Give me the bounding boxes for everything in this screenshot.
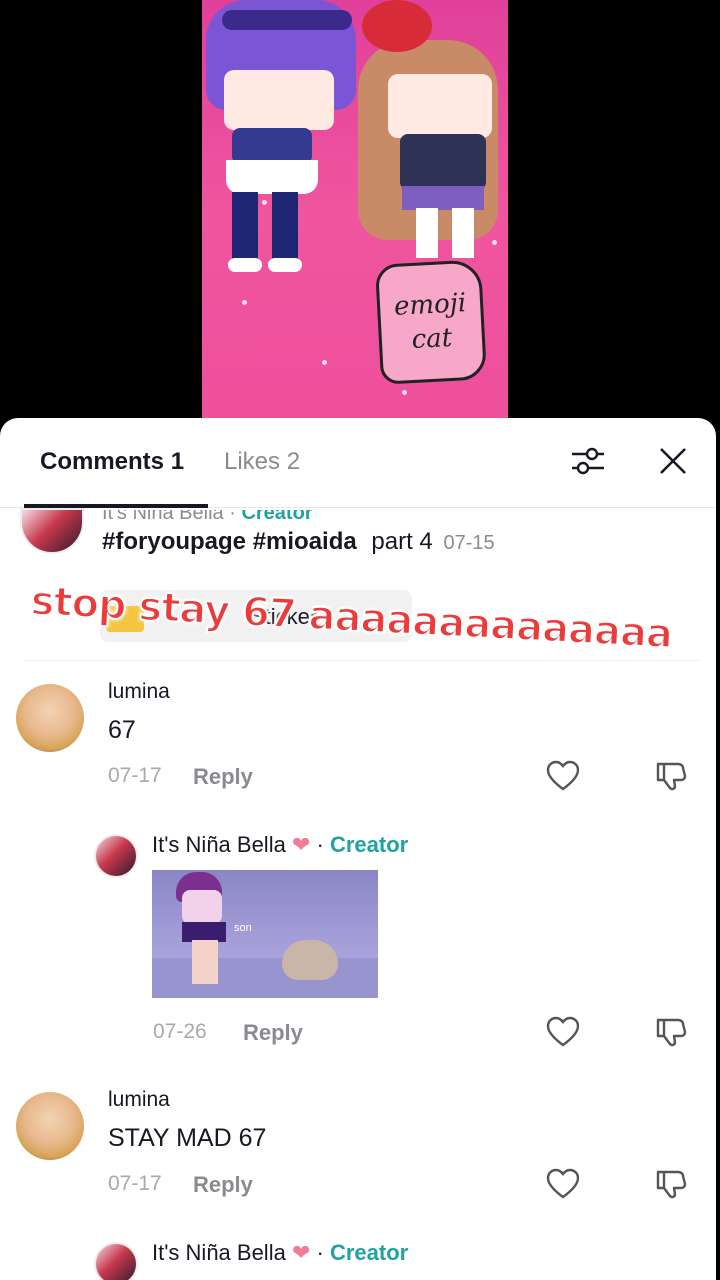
close-icon[interactable] xyxy=(656,444,690,478)
sticker-word-cat: cat xyxy=(410,322,453,356)
filter-icon[interactable] xyxy=(570,444,606,478)
avatar[interactable] xyxy=(16,684,84,752)
separator-dot: · xyxy=(316,1240,324,1265)
creator-badge: Creator xyxy=(329,832,409,857)
comment-username[interactable]: lumina xyxy=(108,1088,170,1112)
sparkle xyxy=(322,360,327,365)
comment-date: 07-26 xyxy=(153,1020,207,1043)
comment-date: 07-17 xyxy=(108,764,162,787)
heart-icon[interactable] xyxy=(546,1168,580,1200)
creator-badge: Creator xyxy=(329,1240,409,1265)
avatar[interactable] xyxy=(94,1242,138,1280)
avatar[interactable] xyxy=(94,834,138,878)
heart-icon[interactable] xyxy=(546,760,580,792)
reply-author-row: It's Niña Bella ❤ · Creator xyxy=(152,1240,408,1266)
reply-author-row: It's Niña Bella ❤ · Creator xyxy=(152,832,408,858)
dislike-icon[interactable] xyxy=(654,1168,688,1200)
comment-text: 67 xyxy=(108,716,136,744)
reply-gif[interactable]: son xyxy=(152,870,378,998)
comment-username[interactable]: lumina xyxy=(108,680,170,704)
caption-text: part 4 xyxy=(371,528,433,555)
sparkle xyxy=(242,300,247,305)
gif-caption: son xyxy=(234,922,252,934)
sheet-header: Comments 1 Likes 2 xyxy=(0,418,716,508)
reply-button[interactable]: Reply xyxy=(193,764,253,790)
reply-author[interactable]: It's Niña Bella xyxy=(152,1240,286,1265)
caption-date: 07-15 xyxy=(443,532,495,554)
divider xyxy=(24,660,700,661)
heart-emoji-icon: ❤ xyxy=(291,1240,311,1265)
reply-button[interactable]: Reply xyxy=(243,1020,303,1046)
caption-hashtags[interactable]: #foryoupage #mioaida xyxy=(102,528,357,555)
sticker-word-emoji: emoji xyxy=(393,288,467,322)
dislike-icon[interactable] xyxy=(654,760,688,792)
comments-sheet: Comments 1 Likes 2 It's Niña Bella · Cre… xyxy=(0,418,716,1280)
comment-date: 07-17 xyxy=(108,1172,162,1195)
sparkle xyxy=(402,390,407,395)
sparkle xyxy=(262,200,267,205)
heart-emoji-icon: ❤ xyxy=(291,832,311,857)
sparkle xyxy=(492,240,497,245)
tab-comments[interactable]: Comments 1 xyxy=(40,448,184,476)
tab-likes[interactable]: Likes 2 xyxy=(224,448,300,476)
emoji-cat-sticker: emoji cat xyxy=(374,259,488,385)
avatar[interactable] xyxy=(16,1092,84,1160)
dislike-icon[interactable] xyxy=(654,1016,688,1048)
caption-text-row: #foryoupage #mioaida part 4 07-15 xyxy=(102,528,495,556)
reply-author[interactable]: It's Niña Bella xyxy=(152,832,286,857)
comment-text: STAY MAD 67 xyxy=(108,1124,267,1152)
heart-icon[interactable] xyxy=(546,1016,580,1048)
reply-button[interactable]: Reply xyxy=(193,1172,253,1198)
cat-icon xyxy=(282,940,338,980)
avatar[interactable] xyxy=(20,508,84,554)
separator-dot: · xyxy=(316,832,324,857)
